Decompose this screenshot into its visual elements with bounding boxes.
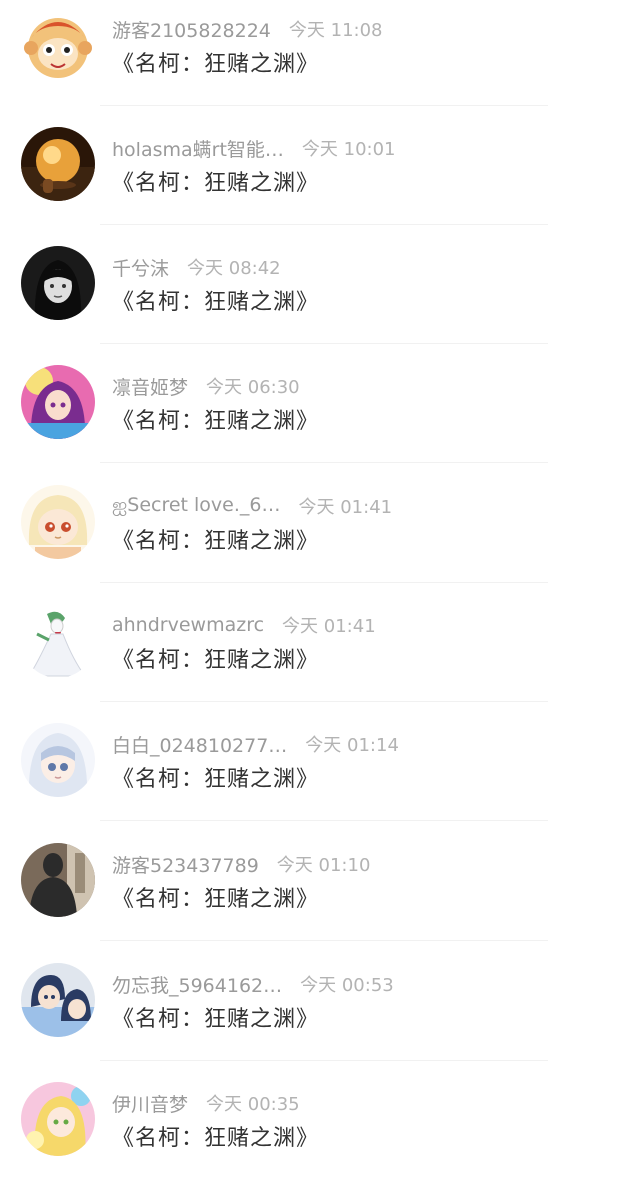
purple-anime-girl-avatar-icon[interactable] xyxy=(21,365,95,439)
comment-text: 《名柯：狂赌之渊》 xyxy=(112,887,320,912)
comment-text: 《名柯：狂赌之渊》 xyxy=(112,290,320,315)
list-item[interactable]: 伊川音梦 今天 00:35 《名柯：狂赌之渊》 xyxy=(0,1074,640,1194)
comment-text: 《名柯：狂赌之渊》 xyxy=(112,52,320,77)
gardevoir-avatar-icon[interactable] xyxy=(21,604,95,678)
detective-conan-avatar-icon[interactable] xyxy=(21,963,95,1037)
username[interactable]: ahndrvewmazrc xyxy=(112,614,264,636)
comment-text: 《名柯：狂赌之渊》 xyxy=(112,767,320,792)
timestamp: 今天 01:10 xyxy=(276,855,371,876)
username[interactable]: 凛音姬梦 xyxy=(112,373,188,400)
username[interactable]: 千兮沫 xyxy=(112,254,169,281)
timestamp: 今天 00:53 xyxy=(300,975,394,996)
list-item[interactable]: ஐSecret love._6… 今天 01:41 《名柯：狂赌之渊》 xyxy=(0,477,640,597)
idol-girl-avatar-icon[interactable] xyxy=(21,1082,95,1156)
username[interactable]: holasma螨rt智能… xyxy=(112,135,284,162)
divider xyxy=(100,701,548,702)
username[interactable]: 游客523437789 xyxy=(112,851,259,878)
divider xyxy=(100,940,548,941)
timestamp: 今天 01:41 xyxy=(282,616,376,637)
list-item[interactable]: 千兮沫 今天 08:42 《名柯：狂赌之渊》 xyxy=(0,238,640,358)
timestamp: 今天 08:42 xyxy=(187,258,281,279)
comment-text: 《名柯：狂赌之渊》 xyxy=(112,171,320,196)
username[interactable]: 游客2105828224 xyxy=(112,16,271,43)
list-item[interactable]: 白白_024810277… 今天 01:14 《名柯：狂赌之渊》 xyxy=(0,715,640,835)
divider xyxy=(100,582,548,583)
divider xyxy=(100,224,548,225)
crystal-ball-avatar-icon[interactable] xyxy=(21,127,95,201)
list-item[interactable]: 游客523437789 今天 01:10 《名柯：狂赌之渊》 xyxy=(0,835,640,955)
divider xyxy=(100,820,548,821)
list-item[interactable]: holasma螨rt智能… 今天 10:01 《名柯：狂赌之渊》 xyxy=(0,119,640,239)
timestamp: 今天 10:01 xyxy=(301,139,396,160)
divider xyxy=(100,105,548,106)
comment-text: 《名柯：狂赌之渊》 xyxy=(112,648,320,673)
comment-text: 《名柯：狂赌之渊》 xyxy=(112,409,320,434)
monkey-king-avatar-icon[interactable] xyxy=(21,8,95,82)
dark-photo-avatar-icon[interactable] xyxy=(21,843,95,917)
username[interactable]: 勿忘我_5964162… xyxy=(112,971,282,998)
list-item[interactable]: 游客2105828224 今天 11:08 《名柯：狂赌之渊》 xyxy=(0,0,640,120)
username[interactable]: 白白_024810277… xyxy=(112,731,287,758)
list-item[interactable]: 凛音姬梦 今天 06:30 《名柯：狂赌之渊》 xyxy=(0,357,640,477)
list-item[interactable]: 勿忘我_5964162… 今天 00:53 《名柯：狂赌之渊》 xyxy=(0,955,640,1075)
timestamp: 今天 06:30 xyxy=(206,377,300,398)
username[interactable]: ஐSecret love._6… xyxy=(112,494,281,519)
blonde-chibi-avatar-icon[interactable] xyxy=(21,485,95,559)
comment-text: 《名柯：狂赌之渊》 xyxy=(112,1007,320,1032)
list-item[interactable]: ahndrvewmazrc 今天 01:41 《名柯：狂赌之渊》 xyxy=(0,596,640,716)
timestamp: 今天 01:14 xyxy=(305,735,399,756)
comment-text: 《名柯：狂赌之渊》 xyxy=(112,1126,320,1151)
comment-text: 《名柯：狂赌之渊》 xyxy=(112,529,320,554)
timestamp: 今天 11:08 xyxy=(288,20,383,41)
dark-hair-girl-avatar-icon[interactable] xyxy=(21,246,95,320)
timestamp: 今天 01:41 xyxy=(298,497,393,518)
divider xyxy=(100,1060,548,1061)
divider xyxy=(100,462,548,463)
timestamp: 今天 00:35 xyxy=(206,1094,300,1115)
divider xyxy=(100,343,548,344)
silver-hair-girl-avatar-icon[interactable] xyxy=(21,723,95,797)
username[interactable]: 伊川音梦 xyxy=(112,1090,188,1117)
